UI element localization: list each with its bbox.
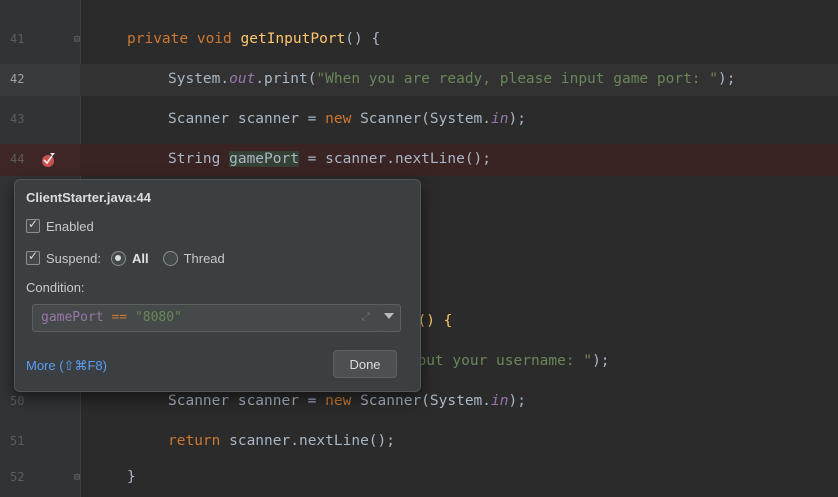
code-text: } <box>127 469 136 485</box>
variable-token: gamePort <box>229 151 299 167</box>
suspend-label[interactable]: Suspend: <box>46 251 101 266</box>
suspend-all-radio[interactable] <box>110 250 126 266</box>
field-token: out <box>229 71 256 87</box>
code-token: Scanner scanner = <box>168 393 326 409</box>
keyword-token: new <box>325 111 352 127</box>
code-token: .print( <box>255 71 317 87</box>
enabled-label[interactable]: Enabled <box>46 219 94 234</box>
code-token: ); <box>508 111 526 127</box>
chevron-down-icon <box>384 313 394 319</box>
more-link[interactable]: More (⇧⌘F8) <box>26 358 107 374</box>
checkmark-icon: ✓ <box>28 249 39 263</box>
expand-field-icon[interactable]: ⤢ <box>361 311 370 324</box>
gutter-cell[interactable]: 44 <box>0 144 80 176</box>
radio-selected-dot <box>115 255 122 261</box>
code-token: scanner.nextLine(); <box>220 433 395 449</box>
condition-input[interactable]: gamePort == "8080" ⤢ <box>32 304 379 332</box>
condition-value: "8080" <box>134 310 182 325</box>
string-token: "When you are ready, please input game p… <box>316 71 718 87</box>
code-token: } <box>127 469 136 485</box>
line-number: 52 <box>10 470 25 484</box>
line-number: 50 <box>10 394 25 408</box>
code-token: ); <box>718 71 736 87</box>
code-token: Scanner scanner = <box>168 111 326 127</box>
line-number: 43 <box>10 112 25 126</box>
field-token: in <box>491 111 509 127</box>
code-text: System.out.print("When you are ready, pl… <box>168 71 735 87</box>
keyword-token: return <box>168 433 221 449</box>
condition-history-dropdown[interactable] <box>378 304 401 332</box>
line-number: 41 <box>10 32 25 46</box>
code-text: Scanner scanner = new Scanner(System.in)… <box>168 111 526 127</box>
gutter-cell[interactable]: 51 <box>0 426 80 458</box>
code-text: Scanner scanner = new Scanner(System.in)… <box>168 393 526 409</box>
fold-marker-icon[interactable]: ⊟ <box>74 35 84 45</box>
breakpoint-properties-popup[interactable]: ClientStarter.java:44 ✓ Enabled ✓ Suspen… <box>14 179 421 392</box>
line-number: 42 <box>10 72 25 86</box>
code-text: return scanner.nextLine(); <box>168 433 395 449</box>
suspend-thread-label[interactable]: Thread <box>184 251 225 266</box>
code-line-51[interactable]: 51 return scanner.nextLine(); <box>0 426 838 458</box>
method-name-token: getInputPort <box>240 31 346 47</box>
popup-title: ClientStarter.java:44 <box>26 190 152 205</box>
string-token: input your username: " <box>400 353 593 369</box>
line-number: 44 <box>10 152 25 166</box>
code-token: = scanner.nextLine(); <box>298 151 492 167</box>
suspend-thread-radio[interactable] <box>162 250 178 266</box>
code-line-41[interactable]: 41 ⊟ private void getInputPort() { <box>0 24 838 56</box>
suspend-row[interactable]: ✓ Suspend: All Thread <box>26 248 225 268</box>
code-token: System. <box>168 71 230 87</box>
enabled-checkbox-row[interactable]: ✓ Enabled <box>26 216 94 236</box>
line-number: 51 <box>10 434 25 448</box>
code-line-52[interactable]: 52 ⊟ } <box>0 462 838 494</box>
gutter-cell[interactable]: 43 <box>0 104 80 136</box>
condition-expression[interactable]: gamePort == "8080" <box>41 310 182 325</box>
code-line-42[interactable]: 42 System.out.print("When you are ready,… <box>0 64 838 96</box>
suspend-checkbox[interactable]: ✓ <box>26 249 40 265</box>
condition-variable: gamePort <box>41 310 104 325</box>
code-line-43[interactable]: 43 Scanner scanner = new Scanner(System.… <box>0 104 838 136</box>
code-token: Scanner(System. <box>351 111 492 127</box>
breakpoint-conditional-icon[interactable] <box>40 152 56 168</box>
code-token: ); <box>508 393 526 409</box>
gutter-cell[interactable]: 52 ⊟ <box>0 462 80 494</box>
code-line-44[interactable]: 44 String gamePort = scanner.nextLine(); <box>0 144 838 176</box>
gutter-cell[interactable]: 41 ⊟ <box>0 24 80 56</box>
keyword-token: new <box>325 393 352 409</box>
code-text: private void getInputPort() { <box>127 31 380 47</box>
enabled-checkbox[interactable]: ✓ <box>26 217 40 233</box>
code-token: Scanner(System. <box>351 393 492 409</box>
checkmark-icon: ✓ <box>28 217 39 231</box>
condition-label: Condition: <box>26 280 85 295</box>
code-token: ); <box>592 353 610 369</box>
fold-marker-icon[interactable]: ⊟ <box>74 473 84 483</box>
code-text: String gamePort = scanner.nextLine(); <box>168 151 491 167</box>
keyword-token: private void <box>127 31 241 47</box>
code-token: String <box>168 151 230 167</box>
field-token: in <box>491 393 509 409</box>
code-token: () { <box>345 31 381 47</box>
gutter-cell[interactable]: 42 <box>0 64 80 96</box>
suspend-all-label[interactable]: All <box>132 251 149 266</box>
code-text: input your username: "); <box>400 353 610 369</box>
done-button[interactable]: Done <box>333 350 397 378</box>
condition-operator: == <box>103 310 135 325</box>
